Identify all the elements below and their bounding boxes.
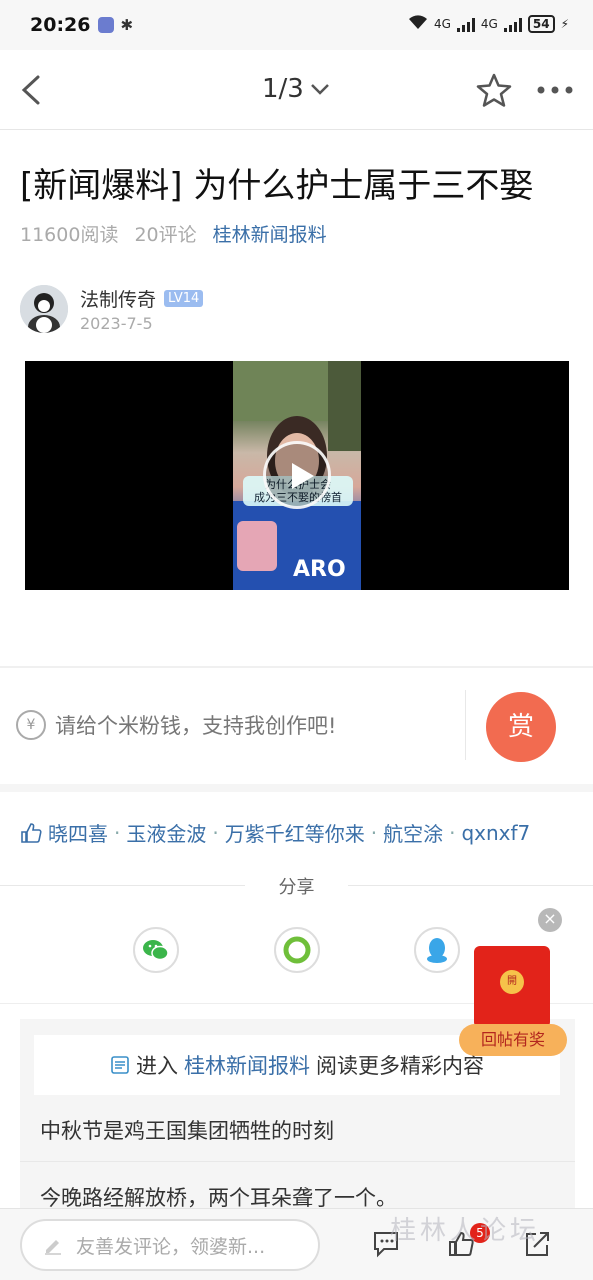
top-nav: 1/3 [0,50,593,130]
comment-count: 20评论 [134,224,197,246]
play-icon[interactable] [263,441,331,509]
post-date: 2023-7-5 [80,314,153,333]
moments-glyph [283,936,311,964]
liker-separator: · [370,820,378,845]
related-post[interactable]: 中秋节是鸡王国集团牺牲的时刻 [40,1115,334,1145]
signal-icon-2 [503,16,522,32]
forum-link[interactable]: 桂林新闻报料 [213,220,327,247]
yuan-icon: ¥ [16,710,46,740]
wechat-glyph [143,940,169,961]
liker-1[interactable]: 晓四喜 [48,818,108,847]
wechat-icon[interactable] [133,927,179,973]
thumbs-up-icon [21,822,42,843]
qq-glyph [427,938,447,963]
read-count: 11600阅读 [20,224,119,246]
moments-icon[interactable] [274,927,320,973]
red-packet[interactable]: 開 [474,946,550,1028]
related-divider [20,1161,575,1162]
liker-4[interactable]: 航空涂 [383,818,443,847]
post-meta: 11600阅读 20评论 桂林新闻报料 [20,220,327,247]
battery-indicator: 54 [527,14,555,33]
page-indicator: 1/3 [262,74,304,104]
tip-prompt: 请给个米粉钱，支持我创作吧! [55,714,337,738]
status-right: 4G 4G 54 ⚡ [408,14,569,33]
signal-icon [456,16,475,32]
level-badge: LV14 [164,290,204,307]
wifi-icon [408,14,428,33]
red-packet-coin: 開 [500,970,524,994]
qq-icon[interactable] [414,927,460,973]
back-button[interactable] [16,72,52,108]
liker-3[interactable]: 万紫千红等你来 [225,818,365,847]
more-button[interactable] [535,80,575,100]
watermark: 桂林人论坛 [390,1216,541,1246]
enter-suffix: 阅读更多精彩内容 [316,1054,484,1078]
bluetooth-icon: ✱ [120,16,134,34]
author-row: 法制传奇 LV14 [80,285,204,312]
status-bar: 20:26 ✱ 4G 4G 54 ⚡ [0,0,593,50]
tip-divider [465,690,466,760]
status-time: 20:26 [30,14,91,36]
reward-button[interactable]: 赏 [486,692,556,762]
charging-icon: ⚡ [560,16,569,31]
network-label-2: 4G [480,16,498,31]
video-player[interactable]: ARO 为什么护士会 成为三不娶的榜首 [25,361,569,590]
liker-2[interactable]: 玉液金波 [126,818,206,847]
divider [0,666,593,668]
comment-input[interactable]: 友善发评论，领婆新... [20,1219,320,1271]
author-name[interactable]: 法制传奇 [80,285,156,312]
comment-placeholder: 友善发评论，领婆新... [76,1235,266,1258]
reply-reward-badge[interactable]: 回帖有奖 [459,1024,567,1056]
likes-row: 晓四喜 · 玉液金波 · 万紫千红等你来 · 航空涂 · qxnxf7 [20,818,530,847]
star-icon [476,73,512,107]
avatar[interactable] [20,285,68,333]
liker-5[interactable]: qxnxf7 [461,821,530,845]
tip-section: ¥ 请给个米粉钱，支持我创作吧! 赏 [0,690,593,762]
svg-text:ARO: ARO [293,557,346,582]
screen: { "status_bar": { "time": "20:26", "batt… [0,0,593,1280]
section-gap [0,784,593,792]
app-notification-icon [98,17,115,33]
related-forum-name[interactable]: 桂林新闻报料 [184,1050,310,1080]
page-selector[interactable]: 1/3 [262,74,330,104]
favorite-button[interactable] [475,72,513,110]
more-dots-icon [537,86,573,94]
share-label: 分享 [278,877,315,898]
close-icon[interactable]: × [538,908,562,932]
liker-separator: · [114,820,121,845]
list-icon [111,1056,129,1074]
enter-prefix: 进入 [136,1054,178,1078]
post-title: [新闻爆料] 为什么护士属于三不娶 [20,166,534,206]
back-arrow-icon [21,75,40,105]
avatar-image [20,285,68,333]
chevron-down-icon [310,84,329,95]
network-label-1: 4G [433,16,451,31]
liker-separator: · [449,820,456,845]
edit-icon [45,1240,61,1255]
liker-separator: · [212,820,219,845]
